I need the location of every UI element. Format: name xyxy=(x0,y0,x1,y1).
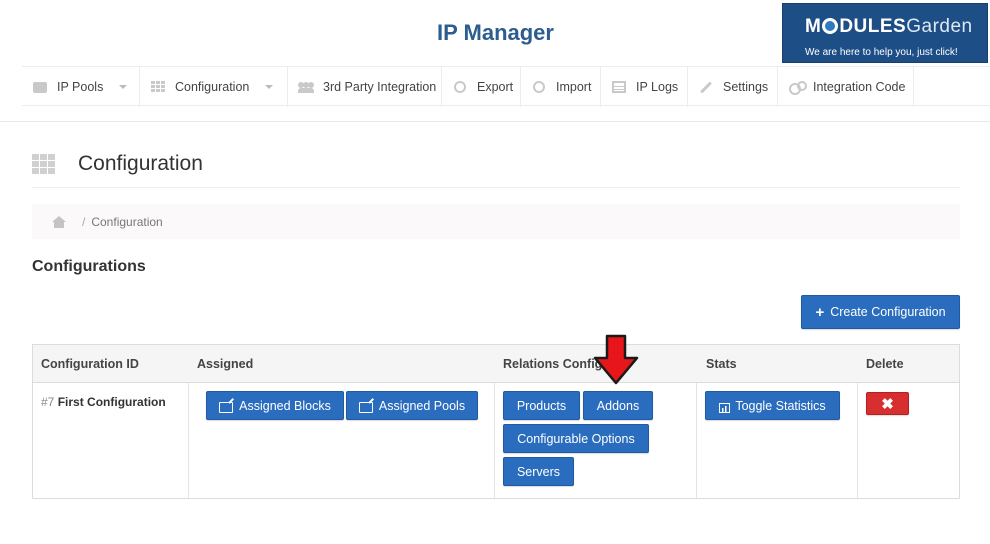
logo-tagline: We are here to help you, just click! xyxy=(805,47,958,58)
app-title: IP Manager xyxy=(437,20,554,45)
delete-button[interactable]: ✖ xyxy=(866,392,909,415)
nav-label: 3rd Party Integration xyxy=(323,80,437,94)
main-navbar: IP Pools Configuration 3rd Party Integra… xyxy=(22,66,990,107)
configurations-table: Configuration ID Assigned Relations Conf… xyxy=(32,344,960,499)
top-frame: IP Manager M DULESGarden We are here to h… xyxy=(0,0,990,122)
nav-item-import[interactable]: Import xyxy=(521,67,601,107)
toggle-statistics-button[interactable]: Toggle Statistics xyxy=(705,391,840,420)
breadcrumb-current: Configuration xyxy=(91,214,163,229)
nav-item-integration-code[interactable]: Integration Code xyxy=(778,67,914,107)
nav-label: Configuration xyxy=(175,80,250,94)
table-header: Configuration ID Assigned Relations Conf… xyxy=(33,345,959,383)
nav-item-ip-logs[interactable]: IP Logs xyxy=(601,67,688,107)
globe-icon xyxy=(822,18,839,34)
external-link-icon xyxy=(219,402,234,413)
section-title: Configurations xyxy=(32,258,146,275)
create-configuration-button[interactable]: + Create Configuration xyxy=(801,295,960,329)
modulesgarden-logo[interactable]: M DULESGarden We are here to help you, ju… xyxy=(782,3,988,63)
nav-label: Settings xyxy=(723,80,769,94)
configurable-options-button[interactable]: Configurable Options xyxy=(503,424,649,453)
home-icon[interactable] xyxy=(52,215,66,228)
chart-icon xyxy=(719,402,731,413)
list-icon xyxy=(611,80,627,94)
servers-button[interactable]: Servers xyxy=(503,457,574,486)
configuration-id: #7 First Configuration xyxy=(41,395,166,409)
nav-label: IP Logs xyxy=(636,80,679,94)
grid-icon xyxy=(150,80,166,94)
annotation-arrow-icon xyxy=(593,334,639,385)
page-header: Configuration xyxy=(32,148,960,188)
box-icon xyxy=(32,80,48,94)
assigned-blocks-button[interactable]: Assigned Blocks xyxy=(206,391,344,420)
products-button[interactable]: Products xyxy=(503,391,580,420)
nav-item-settings[interactable]: Settings xyxy=(688,67,778,107)
gears-icon xyxy=(788,80,807,95)
logo-name: M DULESGarden xyxy=(805,16,973,37)
external-link-icon xyxy=(358,402,373,413)
assigned-pools-button[interactable]: Assigned Pools xyxy=(346,391,478,420)
users-icon xyxy=(298,80,314,94)
chevron-down-icon xyxy=(265,85,274,89)
create-configuration-label: Create Configuration xyxy=(830,305,946,319)
close-icon: ✖ xyxy=(881,395,894,413)
nav-item-3rd-party-integration[interactable]: 3rd Party Integration xyxy=(288,67,442,107)
import-icon xyxy=(531,80,547,94)
column-header-relations-config: Relations Config xyxy=(503,357,603,371)
page-title: Configuration xyxy=(78,152,203,175)
nav-label: Integration Code xyxy=(813,80,906,94)
nav-label: Export xyxy=(477,80,514,94)
wrench-icon xyxy=(698,80,714,94)
nav-label: Import xyxy=(556,80,592,94)
nav-item-export[interactable]: Export xyxy=(442,67,521,107)
grid-icon xyxy=(32,154,56,174)
column-header-configuration-id: Configuration ID xyxy=(41,357,139,371)
breadcrumb-separator: / xyxy=(82,214,86,229)
nav-item-configuration[interactable]: Configuration xyxy=(140,67,288,107)
column-header-delete: Delete xyxy=(866,357,904,371)
column-header-stats: Stats xyxy=(706,357,737,371)
plus-icon: + xyxy=(815,303,825,321)
export-icon xyxy=(452,80,468,94)
column-header-assigned: Assigned xyxy=(197,357,254,371)
nav-item-ip-pools[interactable]: IP Pools xyxy=(22,67,140,107)
breadcrumb: / Configuration xyxy=(32,204,960,239)
chevron-down-icon xyxy=(119,85,128,89)
addons-button[interactable]: Addons xyxy=(583,391,653,420)
nav-label: IP Pools xyxy=(57,80,104,94)
